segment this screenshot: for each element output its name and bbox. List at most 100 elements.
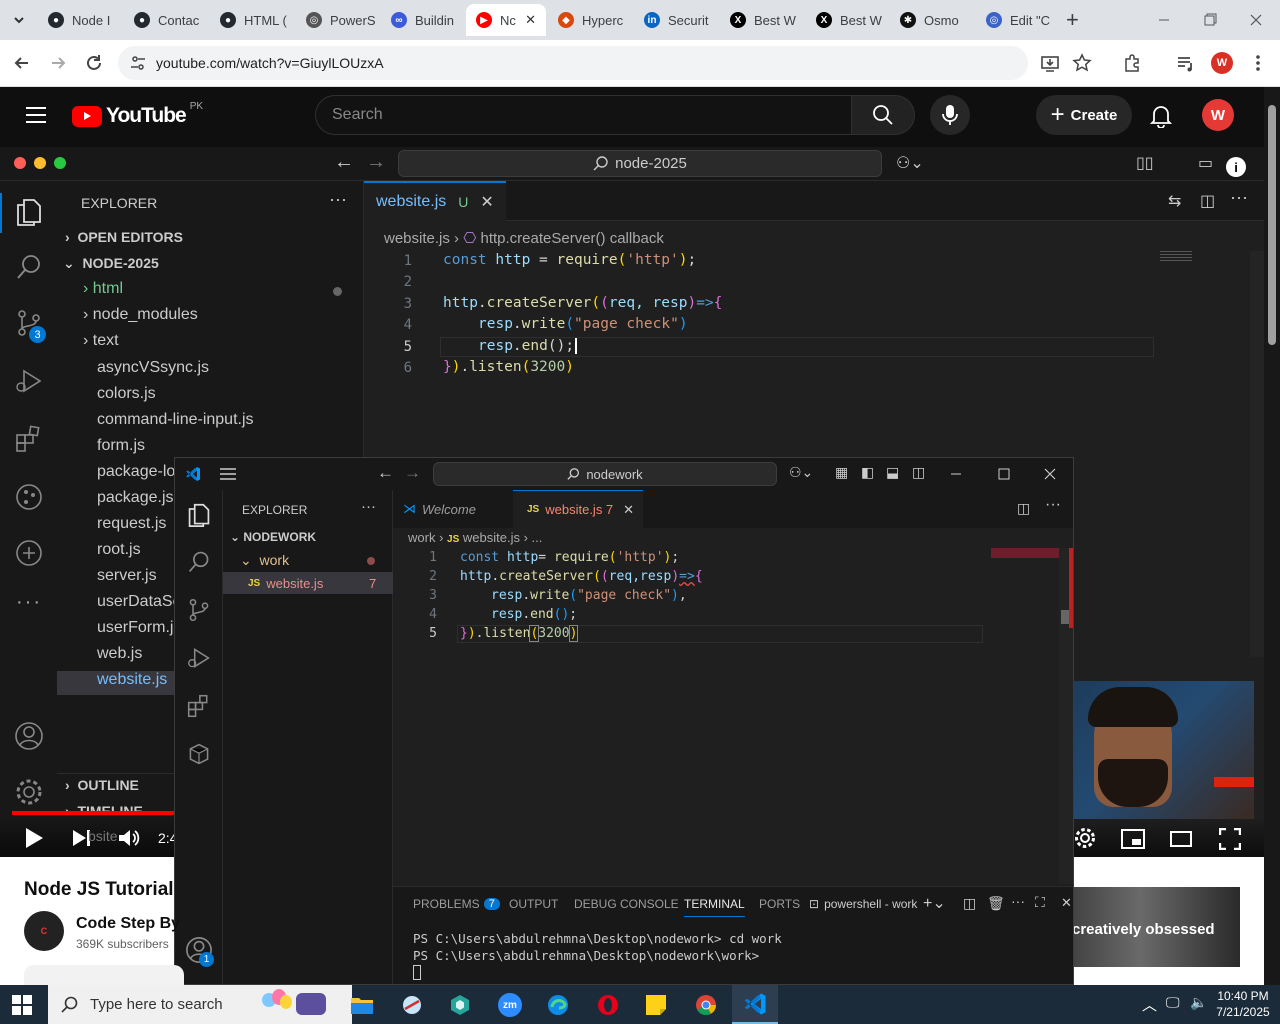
search-icon[interactable] (187, 550, 211, 574)
clock[interactable]: 10:40 PM 7/21/2025 (1212, 988, 1274, 1020)
panel-more-icon[interactable]: ··· (1011, 893, 1025, 909)
browser-tab[interactable]: ● HTML ( (210, 4, 294, 36)
browser-tab[interactable]: ◎ Edit "C (976, 4, 1060, 36)
file-item-website[interactable]: JS website.js 7 (223, 572, 393, 594)
taskbar-chrome[interactable] (690, 989, 722, 1021)
code-line[interactable]: }).listen(3200) (460, 625, 579, 642)
source-control-icon[interactable] (187, 598, 211, 622)
trash-icon[interactable]: 🗑 (987, 895, 1005, 912)
folder-item-work[interactable]: ⌄ work (240, 552, 289, 569)
code-line[interactable]: http.createServer((req,resp)=>{ (460, 569, 703, 584)
close-icon[interactable]: ✕ (525, 12, 536, 28)
explorer-more-icon[interactable]: ··· (329, 189, 347, 210)
panel-tab-problems[interactable]: PROBLEMS 7 (413, 897, 500, 911)
page-scrollbar[interactable] (1264, 87, 1280, 985)
channel-name[interactable]: Code Step By (76, 915, 180, 933)
show-hidden-icons[interactable]: ︿ (1142, 994, 1157, 1015)
panel-tab-debug-console[interactable]: DEBUG CONSOLE (574, 897, 679, 911)
nav-forward-button[interactable]: → (404, 463, 421, 483)
taskbar-sticky-notes[interactable] (640, 989, 672, 1021)
forward-button[interactable] (48, 53, 68, 73)
close-icon[interactable]: ✕ (480, 192, 493, 212)
file-item[interactable]: request.js (97, 515, 166, 533)
tab-search-button[interactable] (6, 8, 32, 32)
new-tab-button[interactable]: + (1066, 9, 1086, 31)
player-settings-button[interactable] (1074, 827, 1096, 849)
vscode-window[interactable]: ← → nodework ⚇⌄ ▦ ◧ ⬓ ◫ 1 EXPLORER ··· ⌄… (174, 457, 1074, 985)
extensions-button[interactable] (1122, 53, 1142, 73)
close-icon[interactable]: ✕ (623, 502, 634, 518)
editor-tab-website[interactable]: JS website.js 7 ✕ (513, 490, 643, 528)
taskbar-edge[interactable] (542, 989, 574, 1021)
scrollbar-thumb[interactable] (1268, 105, 1276, 345)
file-item[interactable]: server.js (97, 567, 157, 585)
toggle-secondary-sidebar-button[interactable]: ◫ (912, 464, 925, 481)
file-item[interactable]: userDataSc (97, 593, 181, 611)
chrome-menu-button[interactable] (1252, 53, 1264, 73)
toggle-sidebar-button[interactable]: ◧ (861, 464, 874, 481)
editor-tab-welcome[interactable]: ⋊ Welcome (393, 490, 513, 528)
minimap[interactable] (1160, 251, 1192, 263)
window-restore-button[interactable] (1200, 12, 1220, 28)
open-changes-icon[interactable]: ⇆ (1168, 191, 1181, 211)
remote-explorer-icon[interactable] (187, 742, 211, 766)
file-item[interactable]: web.js (97, 645, 142, 663)
vs1-editor-scrollbar[interactable] (1250, 251, 1264, 657)
code-line[interactable]: http.createServer((req, resp)=>{ (443, 295, 722, 311)
back-button[interactable] (12, 53, 32, 73)
breadcrumb-folder[interactable]: work (408, 530, 435, 545)
profile-avatar[interactable]: W (1211, 52, 1233, 74)
outline-section[interactable]: › OUTLINE (65, 777, 139, 793)
new-terminal-icon[interactable]: +⌄ (923, 893, 946, 913)
file-item[interactable]: command-line-input.js (97, 411, 254, 429)
channel-avatar[interactable]: C (24, 911, 64, 951)
code-line[interactable]: resp.end(); (491, 607, 577, 622)
browser-tab[interactable]: ◆ Hyperc (548, 4, 632, 36)
copilot-button[interactable]: ⚇⌄ (789, 464, 813, 481)
browser-tab[interactable]: X Best W (806, 4, 888, 36)
theater-mode-button[interactable] (1170, 831, 1192, 847)
taskbar-opera[interactable] (592, 989, 624, 1021)
youtube-logo[interactable]: YouTube PK (72, 101, 203, 128)
miniplayer-button[interactable] (1121, 829, 1145, 849)
code-line[interactable]: }).listen(3200) (443, 359, 574, 375)
recommended-thumbnail[interactable]: creatively obsessed (1074, 887, 1240, 967)
customize-layout-button[interactable]: ▦ (835, 464, 848, 481)
create-button[interactable]: + Create (1036, 95, 1132, 135)
reload-button[interactable] (84, 53, 104, 73)
code-line[interactable]: resp.write("page check") (478, 316, 688, 332)
browser-tab[interactable]: ∞ Buildin (381, 4, 464, 36)
breadcrumb-file[interactable]: website.js (384, 230, 450, 247)
folder-item[interactable]: › text (83, 332, 119, 350)
split-editor-icon[interactable]: ◫ (1200, 191, 1215, 211)
folder-item[interactable]: › html (83, 280, 123, 298)
install-app-button[interactable] (1040, 53, 1060, 73)
open-editors-section[interactable]: › OPEN EDITORS (65, 229, 183, 245)
browser-tab[interactable]: ● Node I (38, 4, 122, 36)
vs2-command-center[interactable]: nodework (433, 462, 777, 486)
taskbar-app-snipping[interactable] (396, 989, 428, 1021)
panel-tab-ports[interactable]: PORTS (759, 897, 800, 911)
browser-tab[interactable]: ▶ Nc ✕ (466, 4, 546, 36)
explorer-more-icon[interactable]: ··· (361, 498, 376, 515)
start-button[interactable] (12, 995, 32, 1015)
taskbar-zoom[interactable]: zm (494, 989, 526, 1021)
code-line[interactable]: resp.write("page check"), (491, 588, 687, 603)
play-button[interactable] (24, 827, 44, 849)
folder-item[interactable]: › node_modules (83, 306, 198, 324)
vs2-editor-scrollbar[interactable] (1059, 548, 1073, 884)
network-icon[interactable]: 🖵 (1166, 994, 1180, 1011)
file-item[interactable]: asyncVSsync.js (97, 359, 209, 377)
address-bar[interactable]: youtube.com/watch?v=GiuylLOUzxA (118, 46, 1028, 80)
notifications-button[interactable] (1150, 104, 1172, 128)
maximize-panel-icon[interactable]: ⛶ (1035, 894, 1045, 911)
code-line[interactable]: resp.end(); (478, 338, 578, 354)
browser-tab[interactable]: in Securit (634, 4, 718, 36)
browser-tab[interactable]: ✱ Osmo (890, 4, 974, 36)
panel-tab-terminal[interactable]: TERMINAL (684, 897, 745, 917)
nav-back-button[interactable]: ← (377, 463, 394, 483)
guide-menu-button[interactable] (24, 105, 48, 125)
breadcrumb-file[interactable]: website.js (463, 530, 520, 545)
file-item[interactable]: form.js (97, 437, 145, 455)
terminal-selector[interactable]: ⊡ powershell - work (809, 897, 917, 911)
